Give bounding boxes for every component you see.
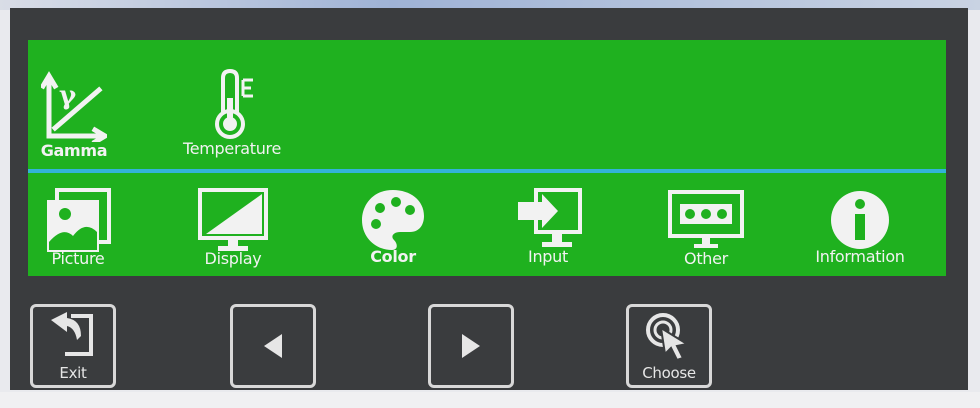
thermometer-icon — [215, 68, 253, 139]
information-icon — [831, 191, 889, 249]
menu-label-color: Color — [370, 247, 416, 266]
input-icon — [518, 188, 582, 247]
choose-label: Choose — [642, 364, 696, 382]
menu-item-information[interactable]: Information — [812, 186, 908, 266]
exit-icon — [51, 312, 93, 356]
display-icon — [198, 188, 268, 251]
gamma-icon: γ — [41, 71, 107, 142]
right-arrow-icon — [462, 334, 480, 358]
svg-text:γ: γ — [59, 81, 77, 111]
menu-label-other: Other — [684, 249, 728, 268]
choose-button[interactable]: Choose — [626, 304, 712, 388]
exit-label: Exit — [59, 364, 87, 382]
menu-item-color[interactable]: Color — [354, 186, 432, 266]
menu-label-information: Information — [815, 247, 905, 266]
picture-icon — [47, 188, 111, 252]
desk-background — [0, 392, 980, 408]
other-icon — [668, 190, 744, 248]
menu-item-other[interactable]: Other — [664, 186, 748, 268]
exit-button[interactable]: Exit — [30, 304, 116, 388]
menu-item-display[interactable]: Display — [192, 186, 274, 268]
submenu-item-gamma[interactable]: γ Gamma — [38, 70, 110, 160]
osd-menu: γ Gamma Temperature Picture Display Colo… — [28, 40, 946, 276]
menu-label-input: Input — [528, 247, 568, 266]
choose-icon — [646, 313, 690, 362]
menu-label-picture: Picture — [51, 249, 105, 268]
submenu-item-temperature[interactable]: Temperature — [178, 68, 286, 158]
left-button[interactable] — [230, 304, 316, 388]
left-arrow-icon — [264, 334, 282, 358]
right-button[interactable] — [428, 304, 514, 388]
palette-icon — [362, 190, 424, 250]
menu-divider — [28, 169, 946, 173]
menu-label-display: Display — [204, 249, 262, 268]
submenu-label-gamma: Gamma — [40, 141, 108, 160]
menu-item-input[interactable]: Input — [508, 186, 588, 266]
menu-item-picture[interactable]: Picture — [38, 186, 118, 268]
submenu-label-temperature: Temperature — [182, 139, 282, 158]
